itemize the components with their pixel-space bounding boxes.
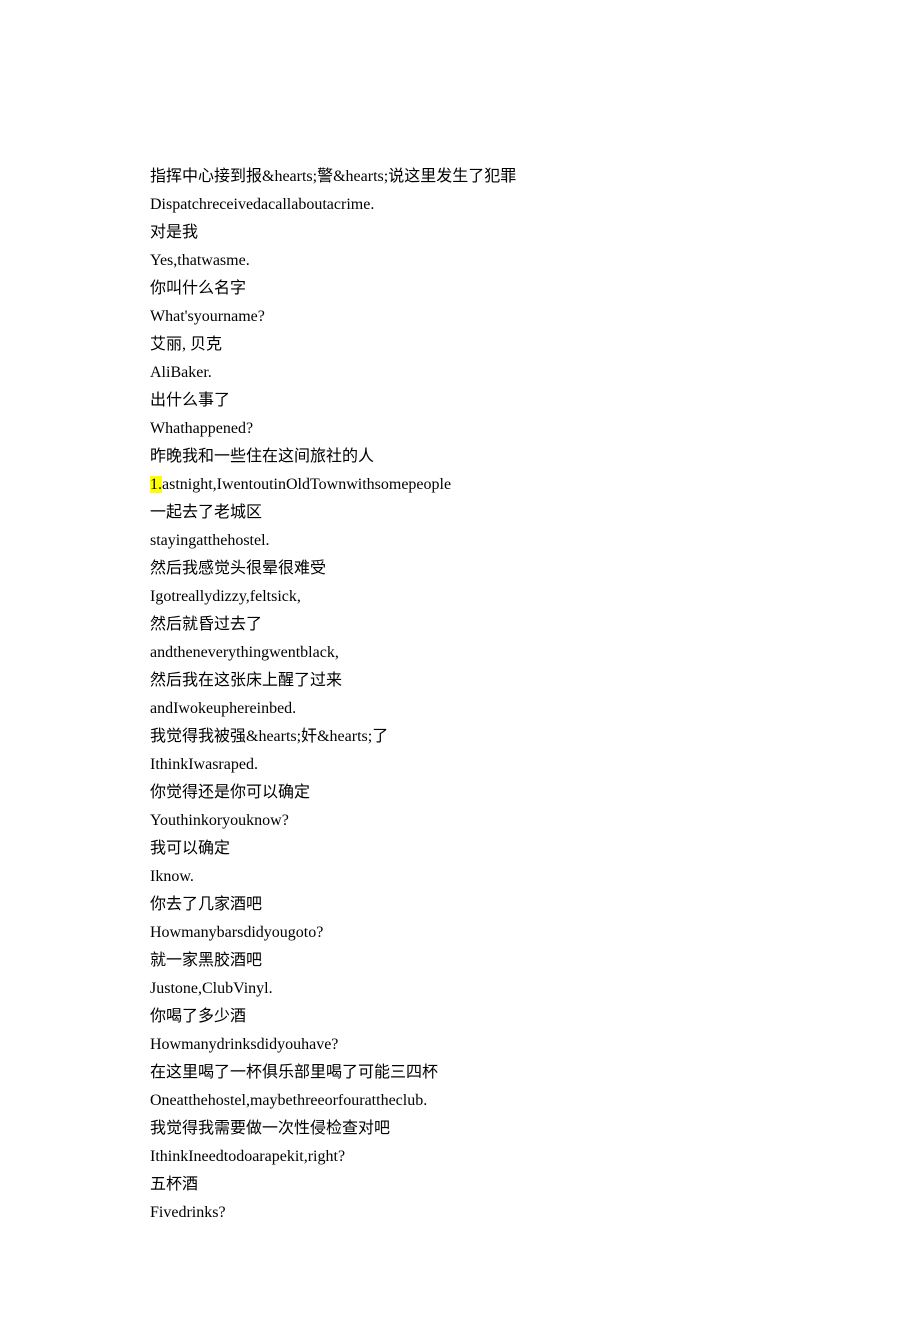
transcript-line: stayingatthehostel. [150,527,770,555]
transcript-line: 我觉得我需要做一次性侵检查对吧 [150,1115,770,1143]
transcript-body: 指挥中心接到报&hearts;警&hearts;说这里发生了犯罪Dispatch… [150,163,770,1227]
transcript-line: andtheneverythingwentblack, [150,639,770,667]
transcript-line: 艾丽, 贝克 [150,331,770,359]
transcript-line: 一起去了老城区 [150,499,770,527]
transcript-line: 出什么事了 [150,387,770,415]
transcript-line: What'syourname? [150,303,770,331]
transcript-line: 昨晚我和一些住在这间旅社的人 [150,443,770,471]
transcript-line: IthinkIneedtodoarapekit,right? [150,1143,770,1171]
transcript-line: Howmanydrinksdidyouhave? [150,1031,770,1059]
transcript-line: 就一家黑胶酒吧 [150,947,770,975]
transcript-line: 我觉得我被强&hearts;奸&hearts;了 [150,723,770,751]
transcript-line: 然后就昏过去了 [150,611,770,639]
transcript-line: Iknow. [150,863,770,891]
transcript-line: Oneatthehostel,maybethreeorfourattheclub… [150,1087,770,1115]
transcript-line: Igotreallydizzy,feltsick, [150,583,770,611]
transcript-line: Justone,ClubVinyl. [150,975,770,1003]
transcript-line: andIwokeuphereinbed. [150,695,770,723]
transcript-line: 五杯酒 [150,1171,770,1199]
transcript-line: 你去了几家酒吧 [150,891,770,919]
transcript-line: Yes,thatwasme. [150,247,770,275]
highlighted-text: 1. [150,476,162,493]
transcript-line: AliBaker. [150,359,770,387]
transcript-line: 对是我 [150,219,770,247]
transcript-line: 然后我在这张床上醒了过来 [150,667,770,695]
transcript-line: 你觉得还是你可以确定 [150,779,770,807]
transcript-line: Youthinkoryouknow? [150,807,770,835]
transcript-line: Dispatchreceivedacallaboutacrime. [150,191,770,219]
transcript-line: 你叫什么名字 [150,275,770,303]
transcript-line: 然后我感觉头很晕很难受 [150,555,770,583]
transcript-line: 在这里喝了一杯俱乐部里喝了可能三四杯 [150,1059,770,1087]
transcript-line: IthinkIwasraped. [150,751,770,779]
transcript-line: 1.astnight,IwentoutinOldTownwithsomepeop… [150,471,770,499]
document-page: 指挥中心接到报&hearts;警&hearts;说这里发生了犯罪Dispatch… [0,0,920,1327]
transcript-line: 你喝了多少酒 [150,1003,770,1031]
transcript-line: 我可以确定 [150,835,770,863]
transcript-line: Fivedrinks? [150,1199,770,1227]
line-remainder: astnight,IwentoutinOldTownwithsomepeople [162,476,451,493]
transcript-line: Whathappened? [150,415,770,443]
transcript-line: Howmanybarsdidyougoto? [150,919,770,947]
transcript-line: 指挥中心接到报&hearts;警&hearts;说这里发生了犯罪 [150,163,770,191]
